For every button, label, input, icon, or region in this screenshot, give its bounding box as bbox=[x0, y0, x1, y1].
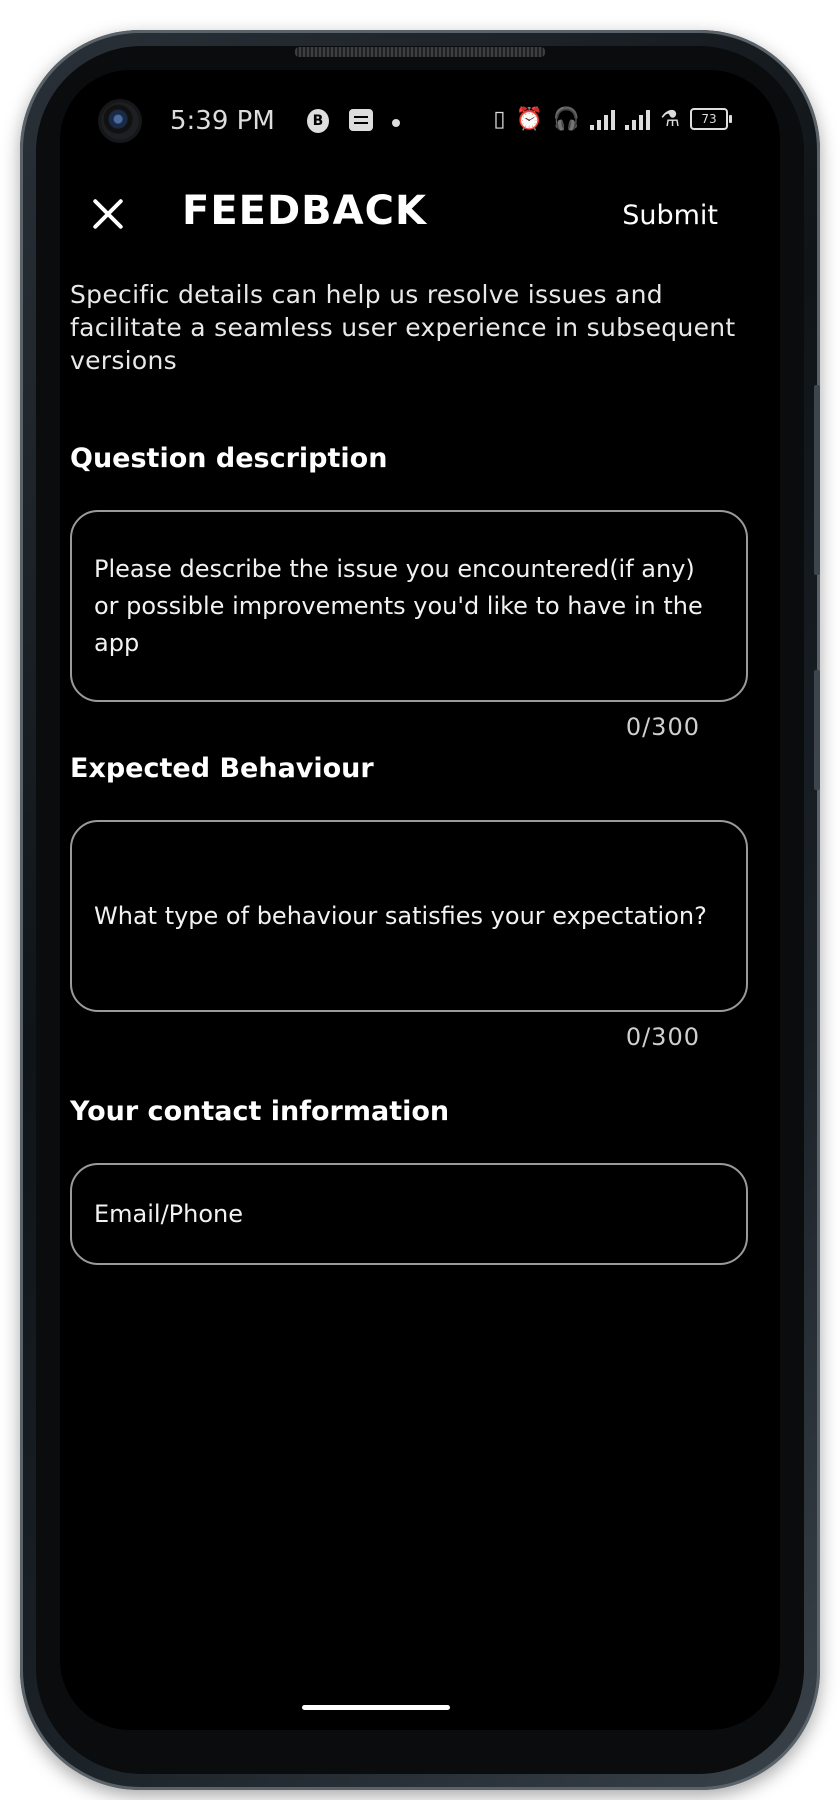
screen: 5:39 PM B ▯ ⏰ 🎧 ⚗ 73 FEEDBACK Submit Spe… bbox=[60, 70, 780, 1730]
page-title: FEEDBACK bbox=[182, 188, 427, 234]
expected-behaviour-label: Expected Behaviour bbox=[70, 753, 374, 784]
notes-icon bbox=[349, 109, 373, 131]
close-icon[interactable] bbox=[86, 192, 130, 236]
question-description-input[interactable]: Please describe the issue you encountere… bbox=[70, 510, 748, 702]
home-indicator[interactable] bbox=[302, 1705, 450, 1710]
flask-icon: ⚗ bbox=[660, 106, 680, 132]
camera-icon bbox=[101, 102, 139, 140]
question-char-counter: 0/300 bbox=[625, 713, 700, 741]
contact-placeholder: Email/Phone bbox=[94, 1199, 244, 1228]
contact-input[interactable]: Email/Phone bbox=[70, 1163, 748, 1265]
volume-button bbox=[814, 385, 820, 575]
signal-icon bbox=[625, 108, 651, 130]
status-right-icons: ▯ ⏰ 🎧 ⚗ 73 bbox=[493, 104, 732, 134]
intro-text: Specific details can help us resolve iss… bbox=[70, 280, 736, 375]
expected-behaviour-input[interactable]: What type of behaviour satisfies your ex… bbox=[70, 820, 748, 1012]
b-badge-icon: B bbox=[307, 109, 329, 133]
question-description-label: Question description bbox=[70, 443, 388, 474]
vibrate-icon: ▯ bbox=[493, 106, 506, 132]
power-button bbox=[814, 670, 820, 790]
status-bar: 5:39 PM B ▯ ⏰ 🎧 ⚗ 73 bbox=[60, 70, 780, 170]
speaker-grille bbox=[295, 47, 545, 57]
battery-icon: 73 bbox=[690, 108, 732, 130]
status-time: 5:39 PM bbox=[170, 106, 275, 136]
dot-icon bbox=[392, 119, 400, 127]
question-description-placeholder: Please describe the issue you encountere… bbox=[94, 554, 703, 657]
contact-information-label: Your contact information bbox=[70, 1096, 450, 1127]
signal-icon bbox=[590, 108, 616, 130]
alarm-icon: ⏰ bbox=[515, 106, 543, 132]
expected-behaviour-placeholder: What type of behaviour satisfies your ex… bbox=[94, 901, 707, 930]
headset-icon: 🎧 bbox=[552, 106, 581, 132]
submit-button[interactable]: Submit bbox=[622, 200, 718, 231]
expected-char-counter: 0/300 bbox=[625, 1023, 700, 1051]
